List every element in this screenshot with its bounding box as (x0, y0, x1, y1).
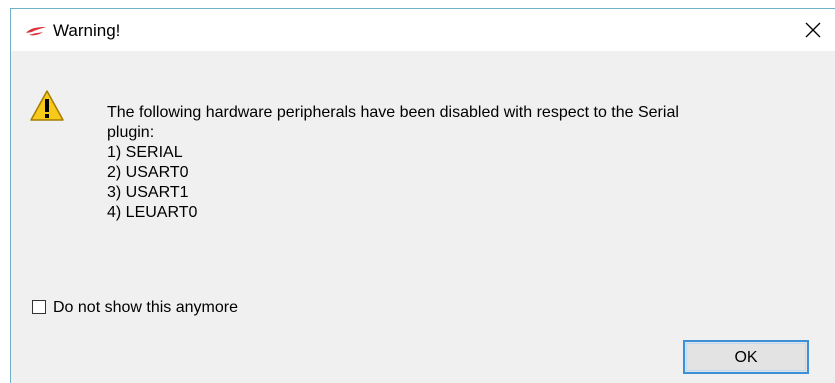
warning-icon (29, 89, 65, 123)
warning-dialog: Warning! The following hardware peripher… (10, 8, 835, 383)
peripheral-item: 4) LEUART0 (107, 204, 198, 221)
do-not-show-checkbox[interactable] (32, 300, 46, 314)
silabs-logo-icon (25, 24, 47, 38)
close-button[interactable] (791, 9, 835, 51)
peripheral-item: 1) SERIAL (107, 144, 183, 161)
warning-message: The following hardware peripherals have … (107, 103, 807, 223)
message-line: plugin: (107, 124, 155, 141)
checkbox-label: Do not show this anymore (53, 299, 238, 316)
ok-button[interactable]: OK (683, 340, 809, 374)
peripheral-item: 2) USART0 (107, 164, 189, 181)
message-line: The following hardware peripherals have … (107, 104, 679, 121)
close-icon (805, 22, 821, 38)
dialog-title: Warning! (53, 21, 121, 40)
title-bar: Warning! (11, 9, 835, 51)
peripheral-item: 3) USART1 (107, 184, 189, 201)
